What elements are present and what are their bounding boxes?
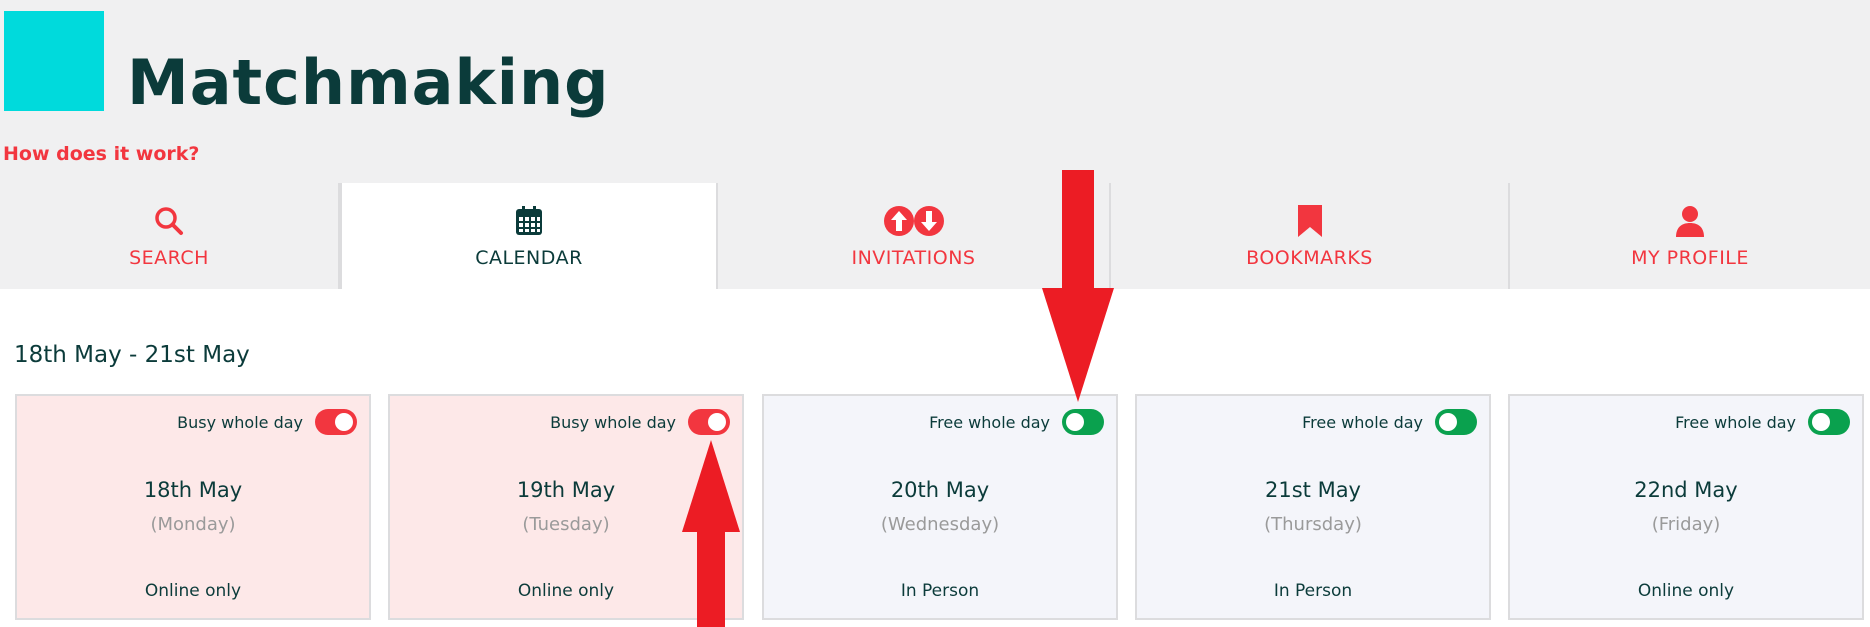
availability-label: Busy whole day (177, 412, 303, 432)
day-weekday: (Friday) (1651, 514, 1721, 535)
tab-label: MY PROFILE (1631, 247, 1749, 269)
availability-toggle[interactable] (1435, 409, 1477, 435)
day-date: 20th May (890, 478, 990, 502)
meeting-mode: In Person (900, 581, 980, 601)
availability-label: Busy whole day (550, 412, 676, 432)
toggle-knob (335, 413, 353, 431)
search-icon (153, 203, 185, 239)
bookmark-icon (1297, 203, 1322, 239)
tab-label: CALENDAR (475, 247, 583, 269)
day-card[interactable]: Free whole day 21st May (Thursday) In Pe… (1135, 394, 1491, 620)
tab-calendar[interactable]: CALENDAR (340, 183, 718, 289)
availability-toggle[interactable] (1808, 409, 1850, 435)
availability-toggle[interactable] (1062, 409, 1104, 435)
tab-label: BOOKMARKS (1246, 247, 1373, 269)
availability-toggle[interactable] (688, 409, 730, 435)
day-weekday: (Thursday) (1264, 514, 1362, 535)
tab-search[interactable]: SEARCH (0, 183, 340, 289)
availability-toggle-row: Free whole day (929, 409, 1104, 435)
logo (4, 11, 104, 111)
user-icon (1676, 203, 1704, 239)
page-title: Matchmaking (127, 46, 610, 119)
page-header: Matchmaking How does it work? (0, 0, 1870, 183)
tab-label: INVITATIONS (851, 247, 976, 269)
meeting-mode: Online only (144, 581, 242, 601)
calendar-icon (515, 203, 543, 239)
invitations-icon (883, 203, 945, 239)
availability-toggle-row: Free whole day (1302, 409, 1477, 435)
toggle-knob (708, 413, 726, 431)
day-card[interactable]: Free whole day 22nd May (Friday) Online … (1508, 394, 1864, 620)
tab-label: SEARCH (129, 247, 209, 269)
day-weekday: (Wednesday) (880, 514, 1000, 535)
day-card[interactable]: Busy whole day 18th May (Monday) Online … (15, 394, 371, 620)
availability-label: Free whole day (1675, 412, 1796, 432)
availability-label: Free whole day (929, 412, 1050, 432)
day-card[interactable]: Free whole day 20th May (Wednesday) In P… (762, 394, 1118, 620)
how-does-it-work-link[interactable]: How does it work? (3, 143, 199, 165)
toggle-knob (1066, 413, 1084, 431)
day-weekday: (Monday) (150, 514, 236, 535)
tab-bookmarks[interactable]: BOOKMARKS (1111, 183, 1510, 289)
availability-label: Free whole day (1302, 412, 1423, 432)
availability-toggle-row: Free whole day (1675, 409, 1850, 435)
annotation-arrow-up-icon (682, 440, 740, 627)
date-range-heading: 18th May - 21st May (14, 342, 250, 368)
tab-bar: SEARCH CALENDAR INVITATIONS BOOKMARKS MY… (0, 183, 1870, 289)
toggle-knob (1439, 413, 1457, 431)
day-date: 21st May (1265, 478, 1361, 502)
availability-toggle-row: Busy whole day (177, 409, 357, 435)
availability-toggle-row: Busy whole day (550, 409, 730, 435)
day-date: 22nd May (1634, 478, 1738, 502)
tab-my-profile[interactable]: MY PROFILE (1510, 183, 1870, 289)
day-date: 18th May (143, 478, 243, 502)
meeting-mode: Online only (1637, 581, 1735, 601)
annotation-arrow-down-icon (1042, 170, 1114, 402)
meeting-mode: In Person (1273, 581, 1353, 601)
toggle-knob (1812, 413, 1830, 431)
availability-toggle[interactable] (315, 409, 357, 435)
